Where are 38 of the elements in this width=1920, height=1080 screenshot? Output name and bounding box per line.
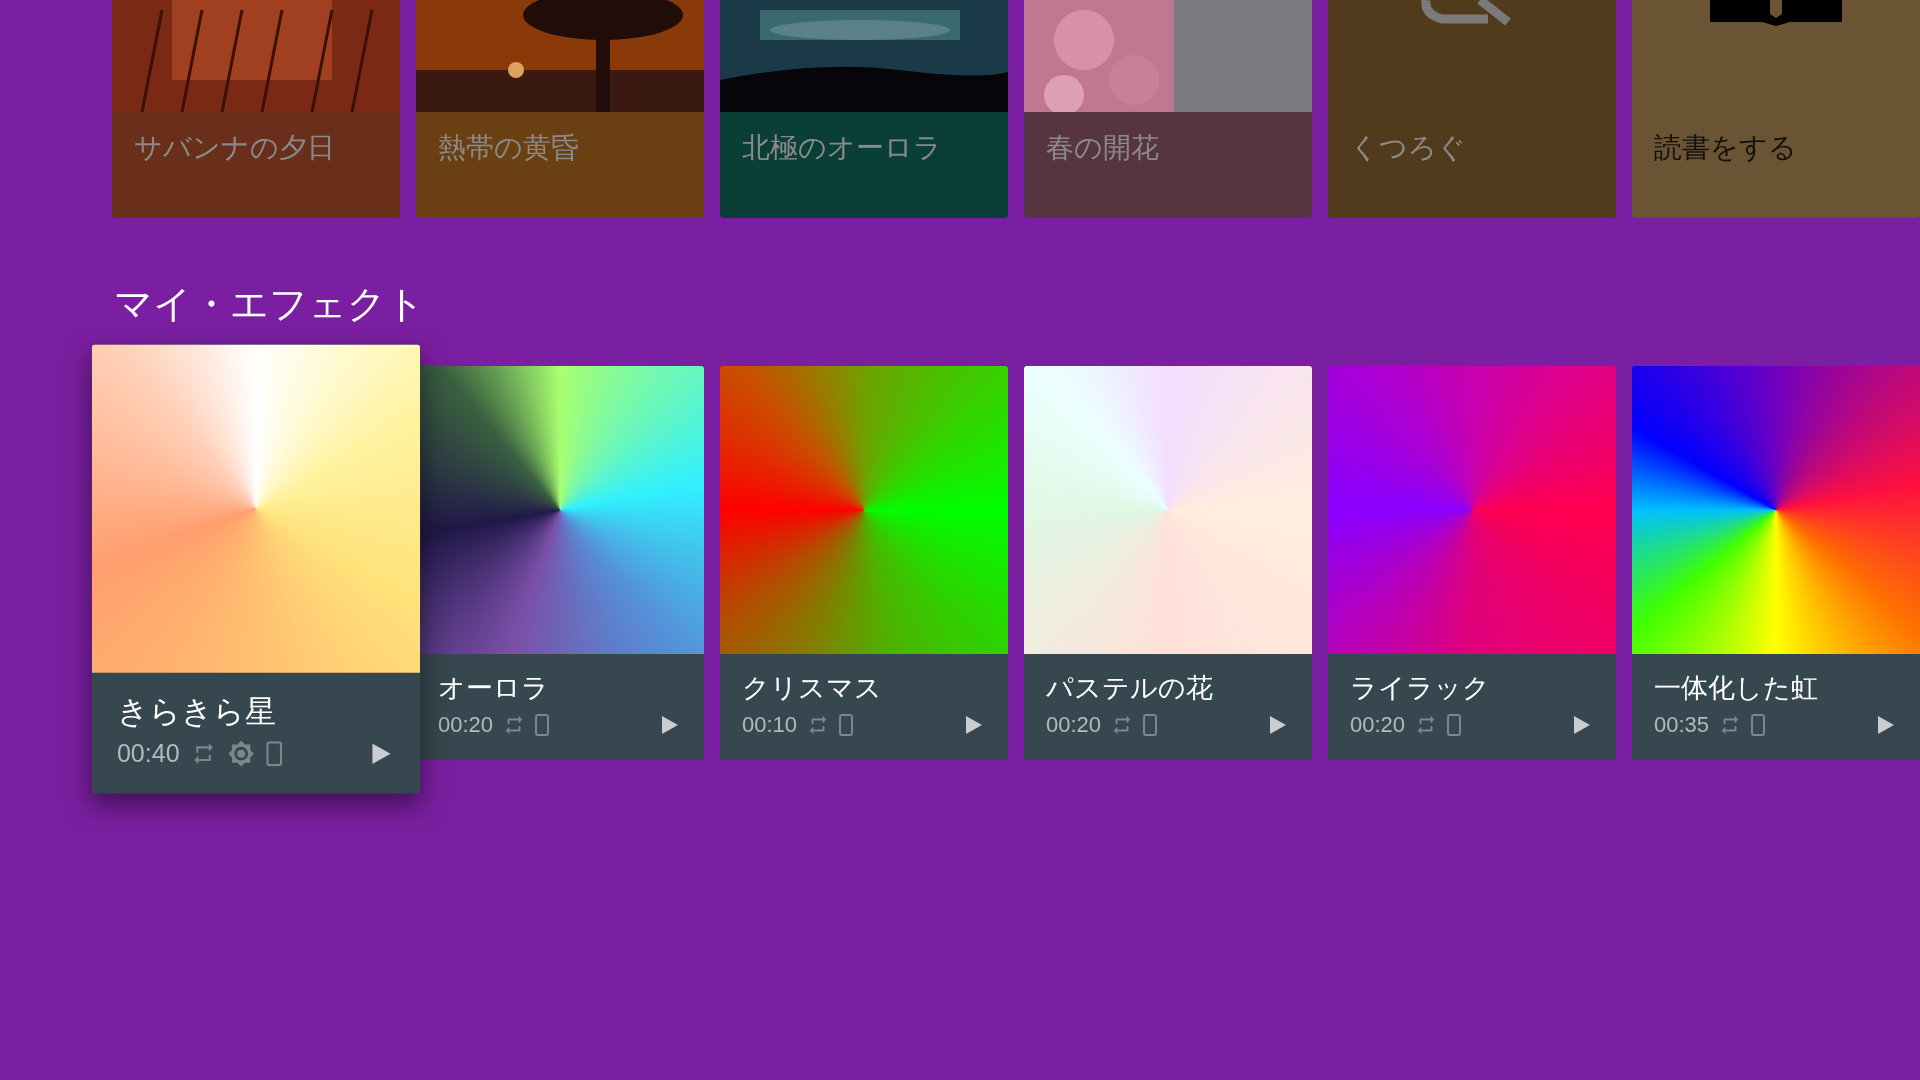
effect-title: オーロラ [438, 672, 549, 705]
play-icon[interactable] [966, 716, 982, 734]
phone-icon [1143, 714, 1158, 736]
effect-card[interactable]: きらきら星 00:40 [91, 344, 421, 794]
phone-icon [839, 714, 854, 736]
play-icon[interactable] [1878, 716, 1894, 734]
play-icon[interactable] [1574, 716, 1590, 734]
section-title: マイ・エフェクト [114, 282, 425, 327]
effect-title: パステルの花 [1046, 672, 1213, 705]
category-title: 読書をする [1654, 131, 1797, 165]
duration: 00:20 [1046, 711, 1102, 739]
duration: 00:10 [742, 711, 798, 739]
effect-card[interactable]: クリスマス 00:10 [720, 366, 1008, 760]
category-title: 熱帯の黄昏 [438, 131, 579, 165]
category-title: 北極のオーロラ [742, 131, 942, 165]
phone-icon [266, 741, 283, 767]
play-icon[interactable] [372, 743, 391, 764]
duration: 00:20 [438, 711, 494, 739]
effect-card[interactable]: パステルの花 00:20 [1024, 366, 1312, 760]
play-icon[interactable] [1270, 716, 1286, 734]
effect-title: ライラック [1350, 672, 1490, 705]
phone-icon [1751, 714, 1766, 736]
effect-card[interactable]: 一体化した虹 00:35 [1632, 366, 1920, 760]
effect-title: きらきら星 [116, 693, 276, 731]
category-title: 春の開花 [1046, 131, 1159, 165]
category-title: くつろぐ [1350, 131, 1466, 165]
phone-icon [1447, 714, 1462, 736]
duration: 00:40 [116, 737, 180, 770]
category-title: サバンナの夕日 [134, 131, 335, 165]
duration: 00:20 [1350, 711, 1406, 739]
play-icon[interactable] [662, 716, 678, 734]
duration: 00:35 [1654, 711, 1710, 739]
book-icon [1710, 0, 1842, 26]
effect-title: クリスマス [742, 672, 882, 705]
phone-icon [535, 714, 550, 736]
brightness-icon [227, 740, 255, 768]
effect-title: 一体化した虹 [1654, 672, 1818, 705]
effect-card[interactable]: ライラック 00:20 [1328, 366, 1616, 760]
